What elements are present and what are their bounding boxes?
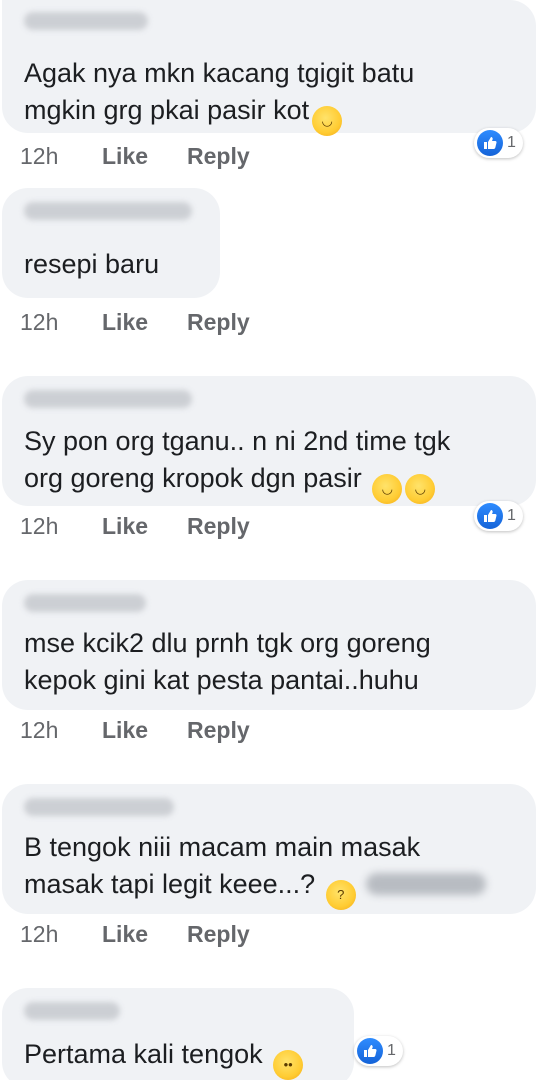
comment-line: B tengok niii macam main masak [24,832,421,862]
reply-button[interactable]: Reply [187,715,250,745]
author-name-blurred[interactable] [24,1002,120,1020]
comment-bubble[interactable]: mse kcik2 dlu prnh tgk org goreng kepok … [2,580,536,710]
beaming-grin-emoji-icon: ◡ [372,474,403,504]
comment-line: resepi baru [24,249,160,279]
comment-line: org goreng kropok dgn pasir [24,463,362,493]
like-button[interactable]: Like [102,141,148,171]
comment-line: mgkin grg pkai pasir kot [24,95,310,125]
comment-text: Agak nya mkn kacang tgigit batu mgkin gr… [24,55,414,136]
reaction-count: 1 [507,507,516,524]
comment-text: B tengok niii macam main masak masak tap… [24,829,486,910]
like-button[interactable]: Like [102,919,148,949]
grinning-sweat-emoji-icon: ◡ [312,106,343,136]
comment-time[interactable]: 12h [20,511,58,541]
comment-bubble[interactable]: Sy pon org tganu.. n ni 2nd time tgk org… [2,376,536,506]
comment-line: Pertama kali tengok [24,1039,263,1069]
comment-line: masak tapi legit keee...? [24,869,316,899]
thinking-emoji-icon: ? [325,880,356,910]
comment-bubble[interactable]: Pertama kali tengok •• [2,988,354,1080]
author-name-blurred[interactable] [24,12,148,30]
reaction-badge[interactable]: 1 [474,128,523,158]
reply-button[interactable]: Reply [187,511,250,541]
reply-button[interactable]: Reply [187,919,250,949]
comment-bubble[interactable]: Agak nya mkn kacang tgigit batu mgkin gr… [2,0,536,136]
beaming-grin-emoji-icon: ◡ [405,474,436,504]
comment-bubble[interactable]: B tengok niii macam main masak masak tap… [2,784,536,914]
comment-time[interactable]: 12h [20,919,58,949]
reaction-badge[interactable]: 1 [474,501,523,531]
comment-line: kepok gini kat pesta pantai..huhu [24,665,419,695]
reaction-count: 1 [507,134,516,151]
comment-line: mse kcik2 dlu prnh tgk org goreng [24,628,431,658]
comment-text: mse kcik2 dlu prnh tgk org goreng kepok … [24,625,431,699]
like-button[interactable]: Like [102,511,148,541]
tagged-name-blurred[interactable] [365,873,486,895]
flushed-emoji-icon: •• [273,1050,304,1080]
comment-line: Agak nya mkn kacang tgigit batu [24,58,415,88]
comment-time[interactable]: 12h [20,141,58,171]
comment-bubble[interactable]: resepi baru [2,188,220,298]
comment-text: Sy pon org tganu.. n ni 2nd time tgk org… [24,423,450,504]
comment-time[interactable]: 12h [20,715,58,745]
like-button[interactable]: Like [102,715,148,745]
reaction-count: 1 [387,1042,396,1059]
thumbs-up-icon [357,1038,383,1064]
like-button[interactable]: Like [102,307,148,337]
thumbs-up-icon [477,503,503,529]
reaction-badge[interactable]: 1 [354,1036,403,1066]
comment-time[interactable]: 12h [20,307,58,337]
reply-button[interactable]: Reply [187,141,250,171]
comment-text: resepi baru [24,246,159,283]
author-name-blurred[interactable] [24,390,192,408]
reply-button[interactable]: Reply [187,307,250,337]
author-name-blurred[interactable] [24,594,146,612]
comment-text: Pertama kali tengok •• [24,1036,304,1080]
thumbs-up-icon [477,130,503,156]
author-name-blurred[interactable] [24,798,174,816]
comment-line: Sy pon org tganu.. n ni 2nd time tgk [24,426,451,456]
author-name-blurred[interactable] [24,202,192,220]
